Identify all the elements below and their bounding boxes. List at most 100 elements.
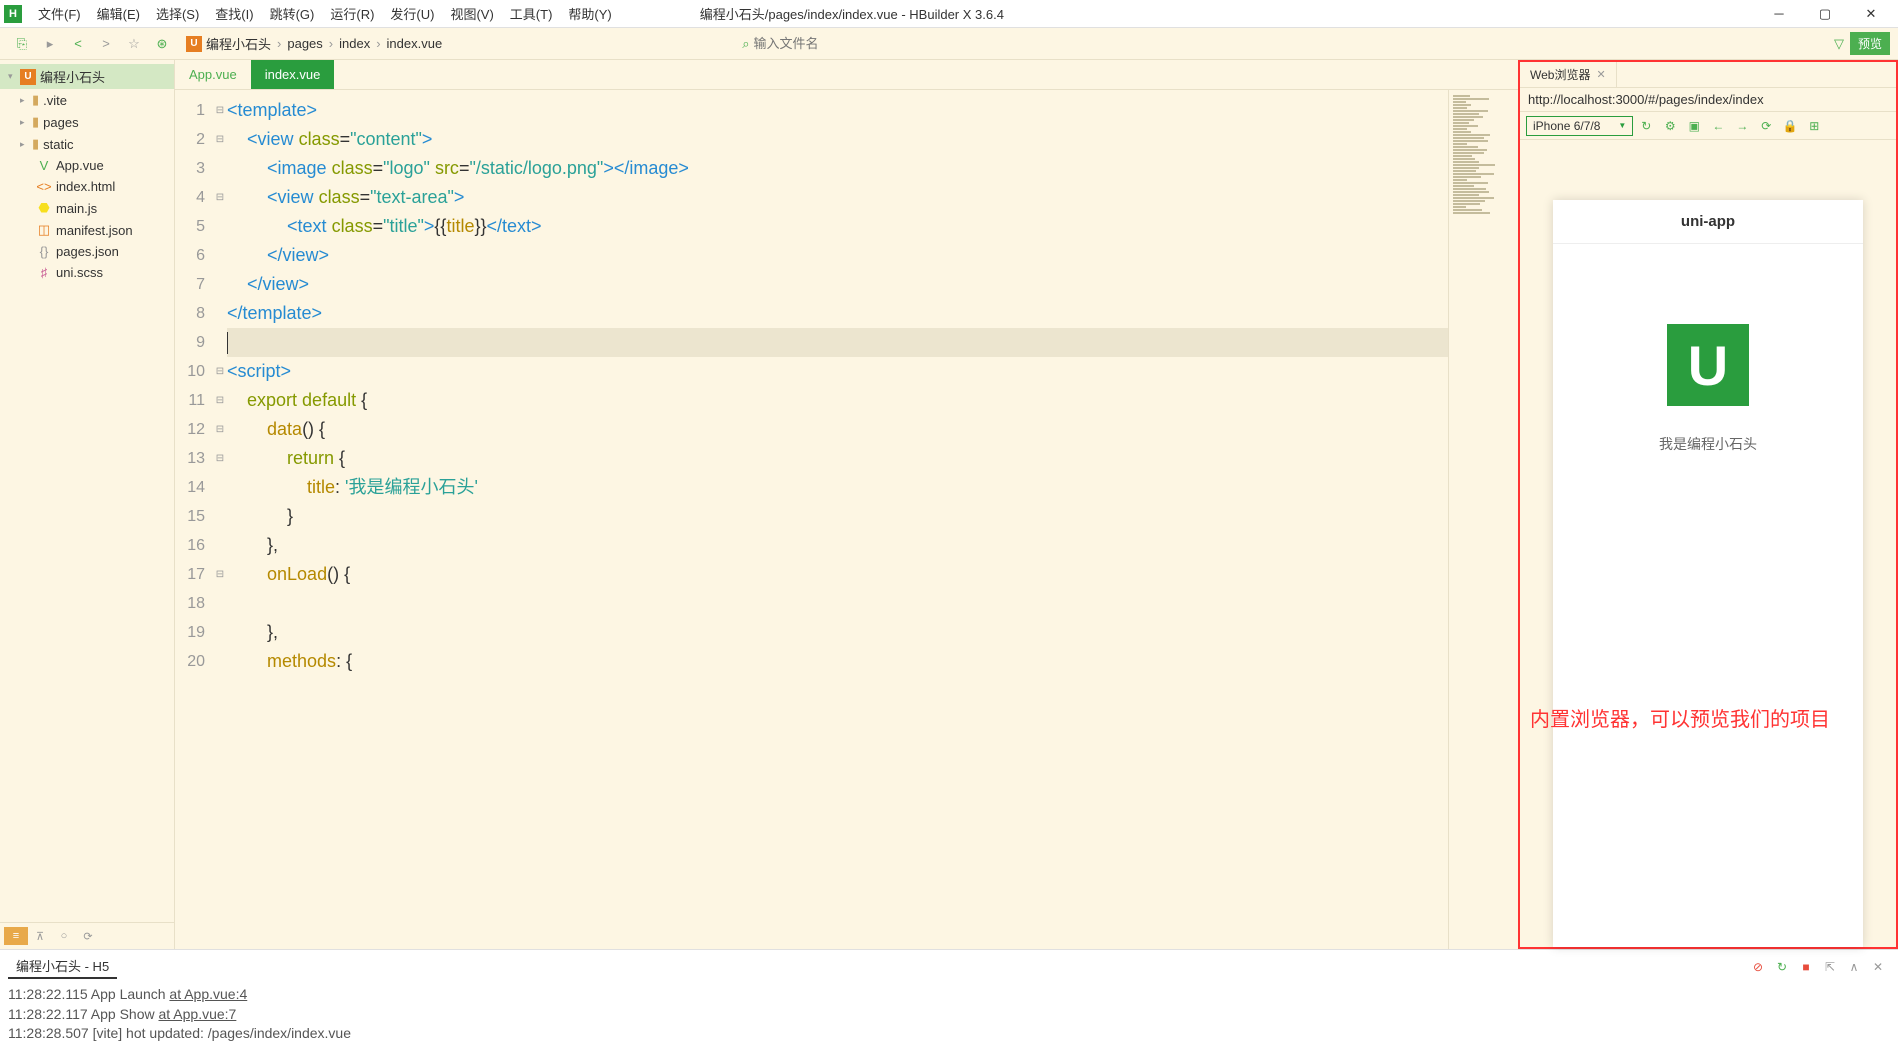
menu-item[interactable]: 编辑(E): [89, 0, 148, 27]
preview-url[interactable]: http://localhost:3000/#/pages/index/inde…: [1520, 88, 1896, 112]
breadcrumb-item[interactable]: 编程小石头: [206, 34, 271, 53]
record-icon[interactable]: ■: [1794, 960, 1818, 974]
settings-icon[interactable]: ⚙: [1659, 116, 1681, 136]
fold-toggle[interactable]: [213, 270, 227, 299]
menu-item[interactable]: 运行(R): [322, 0, 382, 27]
tree-file[interactable]: ⬣main.js: [0, 197, 174, 219]
fold-toggle[interactable]: ⊟: [213, 183, 227, 212]
menu-item[interactable]: 文件(F): [30, 0, 89, 27]
fold-toggle[interactable]: [213, 531, 227, 560]
close-button[interactable]: ✕: [1848, 0, 1894, 28]
tree-folder[interactable]: ▸▮pages: [0, 111, 174, 133]
tree-file[interactable]: ◫manifest.json: [0, 219, 174, 241]
fold-toggle[interactable]: [213, 299, 227, 328]
collapse-icon[interactable]: ⊼: [28, 927, 52, 945]
menu-item[interactable]: 发行(U): [382, 0, 442, 27]
editor-body[interactable]: 1234567891011121314151617181920 ⊟⊟⊟⊟⊟⊟⊟⊟…: [175, 90, 1518, 949]
save-icon[interactable]: ▸: [36, 32, 64, 56]
filter-icon[interactable]: ▽: [1834, 36, 1844, 52]
fold-toggle[interactable]: [213, 589, 227, 618]
console-tab-active[interactable]: 编程小石头 - H5: [8, 954, 117, 979]
terminal-icon[interactable]: ○: [52, 927, 76, 945]
tree-folder[interactable]: ▸▮static: [0, 133, 174, 155]
fold-toggle[interactable]: [213, 154, 227, 183]
editor-tabs: App.vueindex.vue: [175, 60, 1518, 90]
close-console-icon[interactable]: ✕: [1866, 960, 1890, 974]
console: 编程小石头 - H5 ⊘ ↻ ■ ⇱ ∧ ✕ 11:28:22.115 App …: [0, 949, 1898, 1059]
menu-item[interactable]: 帮助(Y): [560, 0, 619, 27]
menu-item[interactable]: 跳转(G): [262, 0, 323, 27]
nav-forward-icon[interactable]: >: [92, 32, 120, 56]
fold-toggle[interactable]: ⊟: [213, 357, 227, 386]
tree-file[interactable]: ♯uni.scss: [0, 262, 174, 283]
run-icon[interactable]: ⊛: [148, 32, 176, 56]
restart-icon[interactable]: ↻: [1770, 960, 1794, 974]
screenshot-icon[interactable]: ▣: [1683, 116, 1705, 136]
expand-icon[interactable]: ∧: [1842, 960, 1866, 974]
minimize-button[interactable]: ─: [1756, 0, 1802, 28]
lock-icon[interactable]: 🔒: [1779, 116, 1801, 136]
device-selector[interactable]: iPhone 6/7/8▼: [1526, 116, 1633, 136]
forward-icon[interactable]: →: [1731, 116, 1753, 136]
grid-icon[interactable]: ⊞: [1803, 116, 1825, 136]
export-icon[interactable]: ⇱: [1818, 960, 1842, 974]
tree-file[interactable]: <>index.html: [0, 176, 174, 197]
fold-toggle[interactable]: ⊟: [213, 560, 227, 589]
file-explorer: ▾U编程小石头▸▮.vite▸▮pages▸▮staticVApp.vue<>i…: [0, 60, 175, 949]
tree-project-root[interactable]: ▾U编程小石头: [0, 64, 174, 89]
annotation-text: 内置浏览器，可以预览我们的项目: [1530, 703, 1886, 732]
fold-toggle[interactable]: ⊟: [213, 386, 227, 415]
editor-pane: App.vueindex.vue 12345678910111213141516…: [175, 60, 1518, 949]
preview-tab-browser[interactable]: Web浏览器 ✕: [1520, 62, 1617, 87]
tree-file[interactable]: VApp.vue: [0, 155, 174, 176]
editor-tab[interactable]: App.vue: [175, 60, 251, 89]
fold-toggle[interactable]: [213, 618, 227, 647]
console-link[interactable]: at App.vue:4: [169, 986, 247, 1002]
fold-toggle[interactable]: [213, 647, 227, 676]
fold-toggle[interactable]: [213, 241, 227, 270]
rotate-icon[interactable]: ↻: [1635, 116, 1657, 136]
menu-item[interactable]: 选择(S): [148, 0, 207, 27]
console-output[interactable]: 11:28:22.115 App Launch at App.vue:411:2…: [0, 983, 1898, 1059]
search-input[interactable]: [753, 36, 1003, 51]
fold-toggle[interactable]: [213, 212, 227, 241]
fold-column: ⊟⊟⊟⊟⊟⊟⊟⊟: [213, 90, 227, 949]
tree-folder[interactable]: ▸▮.vite: [0, 89, 174, 111]
menu-item[interactable]: 查找(I): [207, 0, 261, 27]
new-file-icon[interactable]: ⎘: [8, 32, 36, 56]
fold-toggle[interactable]: ⊟: [213, 415, 227, 444]
menu-item[interactable]: 视图(V): [442, 0, 501, 27]
fold-toggle[interactable]: ⊟: [213, 444, 227, 473]
fold-toggle[interactable]: [213, 502, 227, 531]
console-link[interactable]: at App.vue:7: [159, 1006, 237, 1022]
window-title: 编程小石头/pages/index/index.vue - HBuilder X…: [700, 4, 1004, 23]
preview-button[interactable]: 预览: [1850, 32, 1890, 55]
fold-toggle[interactable]: ⊟: [213, 96, 227, 125]
editor-tab[interactable]: index.vue: [251, 60, 335, 89]
tree-file[interactable]: {}pages.json: [0, 241, 174, 262]
fold-toggle[interactable]: [213, 473, 227, 502]
project-icon: U: [186, 36, 202, 52]
menu-item[interactable]: 工具(T): [502, 0, 561, 27]
fold-toggle[interactable]: [213, 328, 227, 357]
menubar: H 文件(F)编辑(E)选择(S)查找(I)跳转(G)运行(R)发行(U)视图(…: [0, 0, 1898, 28]
sync-icon[interactable]: ⟳: [76, 927, 100, 945]
code-area[interactable]: <template> <view class="content"> <image…: [227, 90, 1448, 949]
back-icon[interactable]: ←: [1707, 116, 1729, 136]
nav-back-icon[interactable]: <: [64, 32, 92, 56]
close-tab-icon[interactable]: ✕: [1596, 68, 1605, 81]
maximize-button[interactable]: ▢: [1802, 0, 1848, 28]
breadcrumb-item[interactable]: index.vue: [387, 36, 443, 51]
breadcrumb-item[interactable]: index: [339, 36, 370, 51]
preview-pane: Web浏览器 ✕ http://localhost:3000/#/pages/i…: [1518, 60, 1898, 949]
fold-toggle[interactable]: ⊟: [213, 125, 227, 154]
window-controls: ─ ▢ ✕: [1756, 0, 1894, 28]
refresh-icon[interactable]: ⟳: [1755, 116, 1777, 136]
toolbar: ⎘ ▸ < > ☆ ⊛ U 编程小石头 › pages › index › in…: [0, 28, 1898, 60]
favorite-icon[interactable]: ☆: [120, 32, 148, 56]
minimap[interactable]: [1448, 90, 1518, 949]
stop-icon[interactable]: ⊘: [1746, 960, 1770, 974]
explorer-view-icon[interactable]: ≡: [4, 927, 28, 945]
breadcrumb-item[interactable]: pages: [287, 36, 322, 51]
app-body: U 我是编程小石头: [1553, 244, 1863, 947]
